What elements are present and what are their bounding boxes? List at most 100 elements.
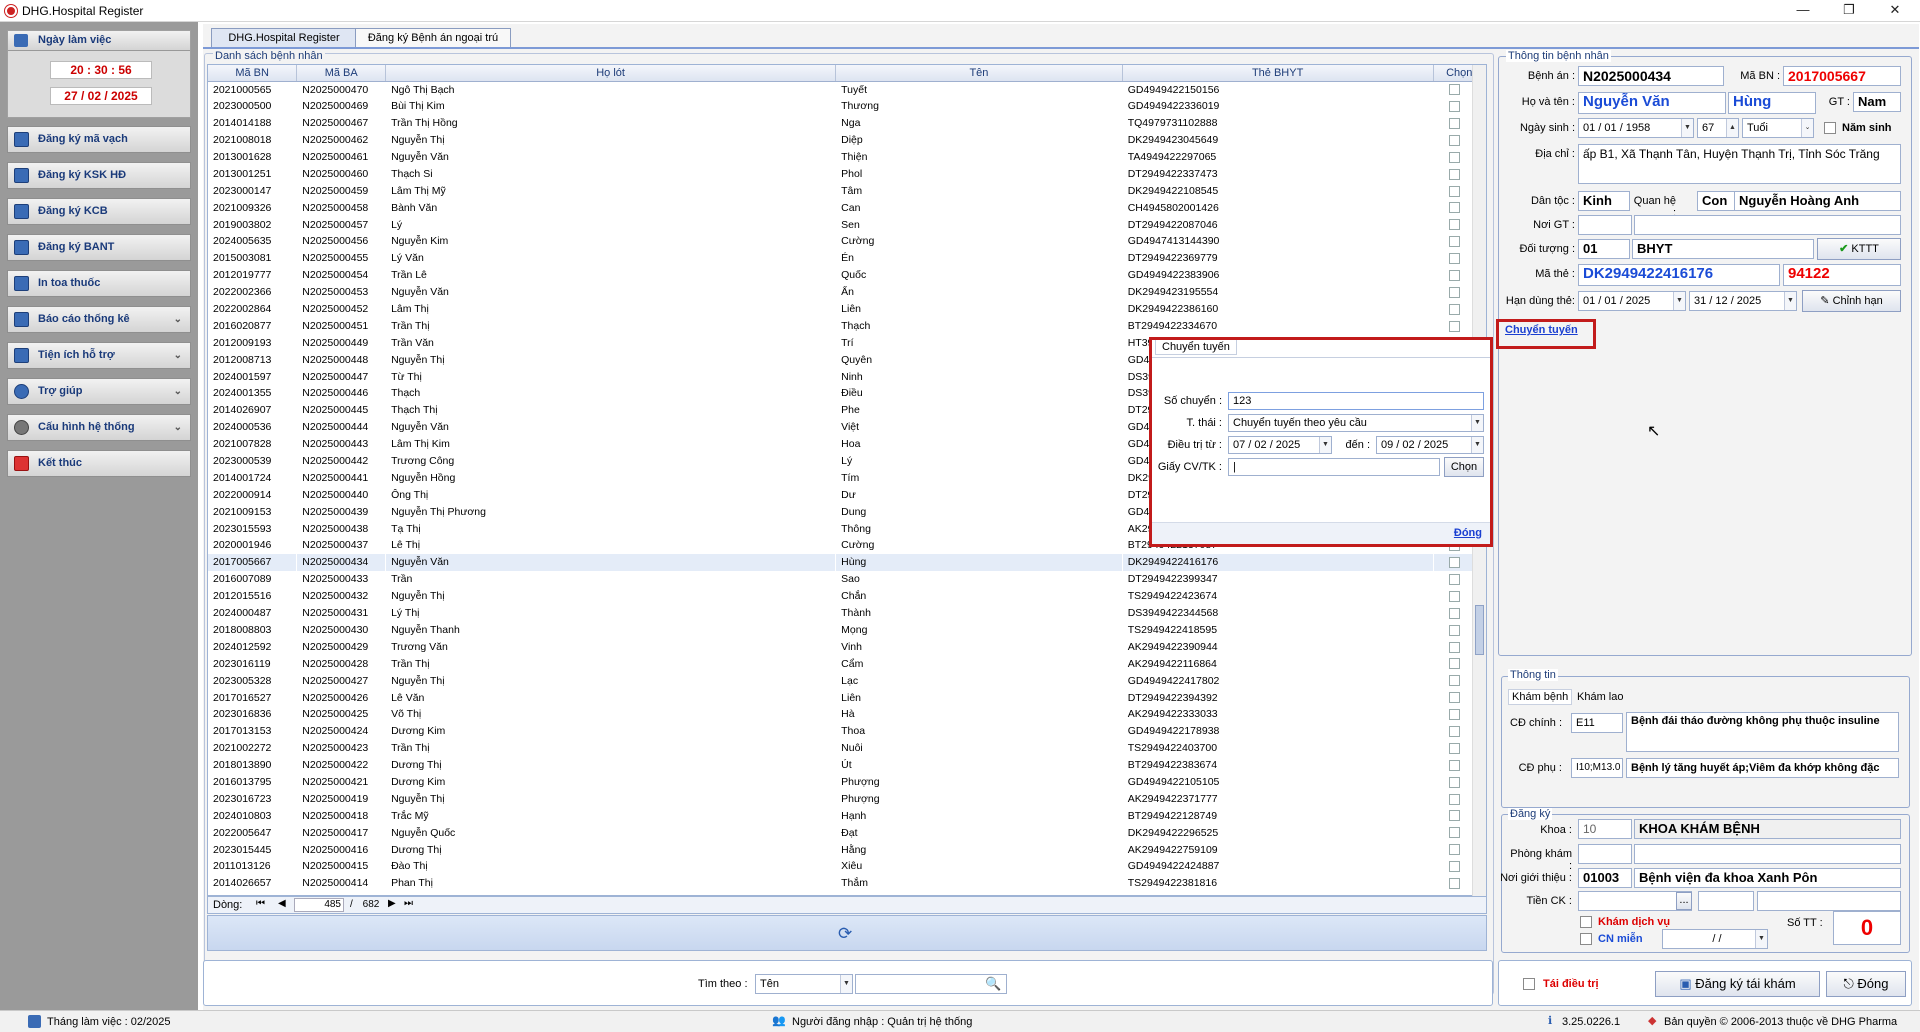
row-select-checkbox[interactable]	[1448, 641, 1460, 653]
nav-dang-ky-kcb[interactable]: Đăng ký KCB	[7, 198, 191, 225]
row-select-checkbox[interactable]	[1448, 134, 1460, 146]
row-select-checkbox[interactable]	[1448, 692, 1460, 704]
row-select-checkbox[interactable]	[1448, 759, 1460, 771]
noi-gioi-thieu-code-field[interactable]: 01003	[1578, 868, 1632, 888]
quan-he-field[interactable]: Con	[1697, 191, 1737, 211]
row-select-checkbox[interactable]	[1448, 286, 1460, 298]
scroll-thumb[interactable]	[1475, 605, 1484, 655]
row-select-checkbox[interactable]	[1448, 320, 1460, 332]
popup-dong-link[interactable]: Đóng	[1454, 527, 1482, 539]
nav-dang-ky-bant[interactable]: Đăng ký BANT	[7, 234, 191, 261]
so-chuyen-input[interactable]: 123	[1228, 392, 1484, 410]
row-select-checkbox[interactable]	[1448, 607, 1460, 619]
cd-chinh-code-field[interactable]: E11	[1571, 713, 1623, 733]
table-row[interactable]: 2013001628 N2025000461 Nguyễn Văn Thiện TA49…	[208, 149, 1486, 166]
table-row[interactable]: 2024012592 N2025000429 Trương Văn Vinh AK294…	[208, 638, 1486, 655]
row-select-checkbox[interactable]	[1448, 844, 1460, 856]
table-row[interactable]: 2014014188 N2025000467 Trần Thị Hồng Nga TQ4…	[208, 115, 1486, 132]
dong-button[interactable]: ⎋ Đóng	[1826, 971, 1906, 997]
table-row[interactable]: 2017005667 N2025000434 Nguyễn Văn Hùng DK294…	[208, 553, 1486, 571]
table-row[interactable]: 2016007089 N2025000433 Trần Sao DT2949422399…	[208, 571, 1486, 588]
search-icon[interactable]: 🔍	[985, 976, 1001, 992]
row-select-checkbox[interactable]	[1448, 303, 1460, 315]
table-row[interactable]: 2018008803 N2025000430 Nguyễn Thanh Mọng TS2…	[208, 622, 1486, 639]
row-select-checkbox[interactable]	[1448, 590, 1460, 602]
table-row[interactable]: 2023016836 N2025000425 Võ Thị Hà AK294942233…	[208, 706, 1486, 723]
tai-dieu-tri-checkbox[interactable]	[1523, 978, 1535, 990]
tien-ck-note-field[interactable]	[1757, 891, 1901, 911]
table-row[interactable]: 2023015445 N2025000416 Dương Thị Hằng AK2949…	[208, 841, 1486, 858]
quan-he-name-field[interactable]: Nguyễn Hoàng Anh	[1734, 191, 1901, 211]
table-row[interactable]: 2021002272 N2025000423 Trần Thị Nuôi TS29494…	[208, 740, 1486, 757]
ho-lot-field[interactable]: Nguyễn Văn	[1578, 92, 1726, 114]
dan-toc-field[interactable]: Kinh	[1578, 191, 1630, 211]
row-select-checkbox[interactable]	[1448, 84, 1460, 96]
row-select-checkbox[interactable]	[1448, 168, 1460, 180]
table-row[interactable]: 2014026657 N2025000414 Phan Thị Thắm TS29494…	[208, 875, 1486, 892]
nam-sinh-checkbox[interactable]	[1824, 122, 1836, 134]
row-select-checkbox[interactable]	[1448, 675, 1460, 687]
tab-dang-ky-benh-an[interactable]: Đăng ký Bệnh án ngoại trú	[355, 28, 511, 48]
cn-mien-date-field[interactable]: / / ▼	[1662, 929, 1768, 949]
gender-field[interactable]: Nam	[1853, 92, 1901, 112]
doi-tuong-code-field[interactable]: 01	[1578, 239, 1630, 259]
dieu-tri-tu-field[interactable]: 07 / 02 / 2025 ▼	[1228, 436, 1332, 454]
row-select-checkbox[interactable]	[1448, 709, 1460, 721]
noi-gt-field[interactable]	[1634, 215, 1901, 235]
search-field-select[interactable]: Tên ▼	[755, 974, 853, 994]
table-row[interactable]: 2017013153 N2025000424 Dương Kim Thoa GD4949…	[208, 723, 1486, 740]
nav-last-icon[interactable]: ⏭	[404, 898, 413, 909]
col-ma-bn[interactable]: Mã BN	[208, 65, 298, 82]
row-select-checkbox[interactable]	[1448, 202, 1460, 214]
nav-in-toa-thuoc[interactable]: In toa thuốc	[7, 270, 191, 297]
nav-bao-cao[interactable]: Báo cáo thống kê ⌄	[7, 306, 191, 333]
address-field[interactable]: ấp B1, Xã Thạnh Tân, Huyện Thạnh Trị, Tỉ…	[1578, 144, 1901, 184]
table-row[interactable]: 2019003802 N2025000457 Lý Sen DT294942208704…	[208, 216, 1486, 233]
dang-ky-tai-kham-button[interactable]: ▣ Đăng ký tái khám	[1655, 971, 1820, 997]
row-select-checkbox[interactable]	[1448, 624, 1460, 636]
table-row[interactable]: 2024000487 N2025000431 Lý Thị Thành DS394942…	[208, 605, 1486, 622]
table-row[interactable]: 2022002366 N2025000453 Nguyễn Văn Ẩn DK29494…	[208, 284, 1486, 301]
benh-an-field[interactable]: N2025000434	[1578, 66, 1724, 86]
col-ma-ba[interactable]: Mã BA	[296, 65, 387, 82]
table-row[interactable]: 2016020877 N2025000451 Trần Thị Thạch BT2949…	[208, 317, 1486, 334]
row-select-checkbox[interactable]	[1448, 742, 1460, 754]
ma-bn-field[interactable]: 2017005667	[1783, 66, 1901, 86]
khoa-field[interactable]: KHOA KHÁM BỆNH	[1634, 819, 1901, 839]
age-field[interactable]: 67 ▲	[1697, 118, 1739, 138]
age-unit-select[interactable]: Tuổi ⌄	[1742, 118, 1814, 138]
table-row[interactable]: 2021009326 N2025000458 Bành Văn Can CH494580…	[208, 199, 1486, 216]
ma-the-code-field[interactable]: 94122	[1783, 264, 1901, 286]
dob-field[interactable]: 01 / 01 / 1958 ▼	[1578, 118, 1694, 138]
row-select-checkbox[interactable]	[1448, 151, 1460, 163]
table-row[interactable]: 2024010803 N2025000418 Trắc Mỹ Hạnh BT294942…	[208, 807, 1486, 824]
table-row[interactable]: 2022002864 N2025000452 Lâm Thị Liên DK294942…	[208, 301, 1486, 318]
tab-kham-benh[interactable]: Khám bệnh	[1508, 689, 1573, 705]
nav-cau-hinh[interactable]: Cấu hình hệ thống ⌄	[7, 414, 191, 441]
row-select-checkbox[interactable]	[1448, 810, 1460, 822]
ten-field[interactable]: Hùng	[1728, 92, 1816, 114]
kham-dich-vu-checkbox[interactable]	[1580, 916, 1592, 928]
tien-ck-more-button[interactable]: ...	[1676, 892, 1692, 910]
table-row[interactable]: 2023016119 N2025000428 Trần Thị Cẩm AK294942…	[208, 655, 1486, 672]
table-row[interactable]: 2023016723 N2025000419 Nguyễn Thị Phượng AK2…	[208, 790, 1486, 807]
nav-tro-giup[interactable]: Trợ giúp ⌄	[7, 378, 191, 405]
cd-phu-code-field[interactable]: I10;M13.0	[1571, 758, 1623, 778]
row-select-checkbox[interactable]	[1448, 253, 1460, 265]
table-row[interactable]: 2022005647 N2025000417 Nguyễn Quốc Đạt DK294…	[208, 824, 1486, 841]
tthai-select[interactable]: Chuyển tuyến theo yêu cầu ▼	[1228, 414, 1484, 432]
cn-mien-checkbox[interactable]	[1580, 933, 1592, 945]
row-select-checkbox[interactable]	[1448, 793, 1460, 805]
row-select-checkbox[interactable]	[1448, 776, 1460, 788]
popup-tab-chuyen-tuyen[interactable]: Chuyển tuyến	[1155, 340, 1237, 355]
row-select-checkbox[interactable]	[1448, 573, 1460, 585]
table-row[interactable]: 2017016527 N2025000426 Lê Văn Liên DT2949422…	[208, 689, 1486, 706]
giay-input[interactable]: |	[1228, 458, 1440, 476]
nav-dang-ky-ksk[interactable]: Đăng ký KSK HĐ	[7, 162, 191, 189]
chuyen-tuyen-link[interactable]: Chuyển tuyến	[1505, 324, 1578, 336]
ma-the-field[interactable]: DK2949422416176	[1578, 264, 1780, 286]
col-ten[interactable]: Tên	[835, 65, 1123, 82]
close-window-button[interactable]: ✕	[1872, 0, 1918, 22]
col-ho-lot[interactable]: Họ lót	[385, 65, 837, 82]
nav-dang-ky-ma-vach[interactable]: Đăng ký mã vạch	[7, 126, 191, 153]
